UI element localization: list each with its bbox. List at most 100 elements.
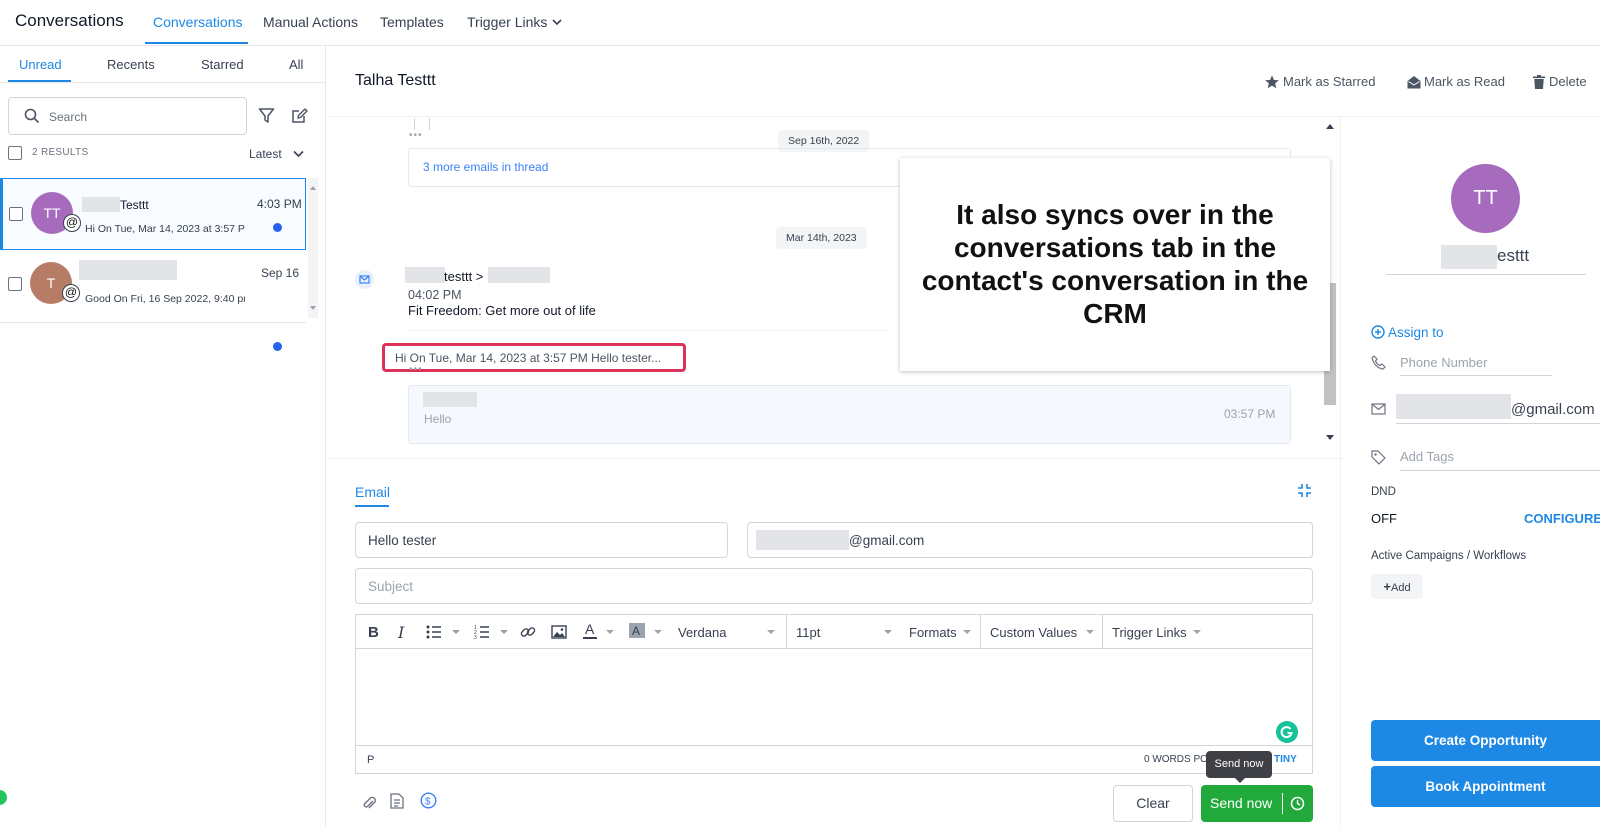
nav-conversations[interactable]: Conversations — [153, 14, 243, 30]
tab-recents[interactable]: Recents — [107, 57, 155, 72]
chevron-down-icon[interactable] — [767, 630, 775, 634]
app-title: Conversations — [15, 11, 124, 30]
formats-select[interactable]: Formats — [909, 625, 957, 640]
nav-templates[interactable]: Templates — [380, 14, 444, 30]
text-color-icon[interactable]: A — [582, 621, 598, 641]
rich-text-editor[interactable]: B I 123 A A Verdana 11pt Formats Custom … — [355, 614, 1313, 774]
phone-icon — [1371, 355, 1386, 370]
create-opportunity-button[interactable]: Create Opportunity — [1371, 720, 1600, 761]
tab-unread[interactable]: Unread — [19, 57, 62, 72]
tiny-link[interactable]: TINY — [1274, 754, 1297, 765]
reply-message[interactable]: Hello 03:57 PM — [408, 385, 1291, 444]
grammarly-icon[interactable] — [1276, 721, 1298, 743]
to-field[interactable]: @gmail.com — [747, 522, 1313, 558]
chevron-down-icon[interactable] — [452, 630, 460, 634]
filter-icon[interactable] — [258, 107, 275, 124]
chevron-down-icon[interactable] — [293, 150, 304, 158]
chevron-down-icon[interactable] — [654, 630, 662, 634]
schedule-clock-icon[interactable] — [1290, 796, 1305, 811]
trigger-links-select[interactable]: Trigger Links — [1112, 625, 1187, 640]
divider — [1400, 470, 1600, 471]
highlight-color-icon[interactable]: A — [629, 623, 645, 640]
payment-icon[interactable]: $ — [420, 792, 437, 809]
from-field[interactable]: Hello tester — [355, 522, 728, 558]
chevron-down-icon[interactable] — [1193, 630, 1201, 634]
tab-starred[interactable]: Starred — [201, 57, 244, 72]
tab-email[interactable]: Email — [355, 484, 390, 500]
divider — [0, 82, 326, 83]
campaigns-label: Active Campaigns / Workflows — [1371, 550, 1527, 562]
configure-button[interactable]: CONFIGURE — [1524, 511, 1600, 526]
ellipsis-icon[interactable]: ••• — [409, 130, 423, 141]
font-family-select[interactable]: Verdana — [678, 625, 726, 640]
envelope-open-icon[interactable] — [1407, 75, 1421, 89]
numbered-list-icon[interactable]: 123 — [474, 624, 490, 640]
conversation-preview: Good On Fri, 16 Sep 2022, 9:40 pm — [85, 293, 245, 305]
message-subject: Fit Freedom: Get more out of life — [408, 303, 596, 318]
conversation-item[interactable]: T @ Sep 16 Good On Fri, 16 Sep 2022, 9:4… — [0, 251, 306, 351]
contact-email[interactable]: @gmail.com — [1511, 401, 1595, 418]
add-campaign-button[interactable]: +Add — [1371, 574, 1423, 599]
template-icon[interactable] — [390, 793, 404, 809]
tab-all[interactable]: All — [289, 57, 303, 72]
redacted-name — [82, 197, 120, 212]
chevron-down-icon[interactable] — [963, 630, 971, 634]
send-now-button[interactable]: Send now — [1201, 785, 1313, 822]
custom-values-select[interactable]: Custom Values — [990, 625, 1077, 640]
svg-text:A: A — [632, 624, 640, 638]
ellipsis-icon[interactable]: ••• — [409, 364, 423, 375]
element-path: P — [367, 754, 375, 766]
top-nav: Conversations Conversations Manual Actio… — [0, 0, 1600, 46]
chevron-down-icon[interactable] — [500, 630, 508, 634]
search-icon — [24, 108, 40, 124]
highlighted-preview[interactable]: Hi On Tue, Mar 14, 2023 at 3:57 PM Hello… — [382, 343, 686, 372]
list-scrollbar[interactable] — [308, 178, 318, 318]
conversation-preview: Hi On Tue, Mar 14, 2023 at 3:57 PM Hello… — [85, 223, 245, 235]
compose-icon[interactable] — [291, 107, 308, 124]
phone-input[interactable]: Phone Number — [1400, 355, 1487, 370]
tags-input[interactable]: Add Tags — [1400, 449, 1454, 464]
trash-icon[interactable] — [1533, 75, 1545, 89]
delete-button[interactable]: Delete — [1549, 74, 1587, 89]
collapse-icon[interactable] — [1297, 483, 1312, 498]
chevron-down-icon[interactable] — [884, 630, 892, 634]
to-value: @gmail.com — [849, 533, 925, 548]
row-checkbox[interactable] — [9, 207, 23, 221]
nav-manual-actions[interactable]: Manual Actions — [263, 14, 358, 30]
book-appointment-button[interactable]: Book Appointment — [1371, 766, 1600, 807]
mark-starred-button[interactable]: Mark as Starred — [1283, 74, 1375, 89]
tooltip-arrow — [1234, 777, 1246, 783]
row-checkbox[interactable] — [8, 277, 22, 291]
dnd-value: OFF — [1371, 511, 1397, 526]
chevron-down-icon[interactable] — [552, 18, 562, 26]
search-input[interactable]: Search — [49, 110, 87, 124]
assign-to-button[interactable]: Assign to — [1388, 325, 1444, 340]
bullet-list-icon[interactable] — [426, 624, 442, 640]
sort-select[interactable]: Latest — [249, 147, 282, 161]
results-count: 2 RESULTS — [32, 147, 89, 158]
chevron-down-icon[interactable] — [1086, 630, 1094, 634]
link-icon[interactable] — [520, 624, 536, 640]
attachment-icon[interactable] — [362, 795, 376, 811]
divider — [1386, 274, 1586, 275]
bold-icon[interactable]: B — [368, 624, 379, 641]
subject-input[interactable]: Subject — [355, 568, 1313, 604]
font-size-select[interactable]: 11pt — [796, 625, 820, 640]
italic-icon[interactable]: I — [398, 623, 404, 642]
svg-text:$: $ — [425, 797, 431, 808]
nav-trigger-links[interactable]: Trigger Links — [467, 14, 547, 30]
image-icon[interactable] — [551, 624, 567, 640]
conversation-item[interactable]: TT @ Testtt 4:03 PM Hi On Tue, Mar 14, 2… — [0, 178, 306, 250]
star-icon[interactable] — [1265, 75, 1279, 89]
divider — [1102, 615, 1103, 649]
chevron-down-icon[interactable] — [606, 630, 614, 634]
plus-circle-icon[interactable] — [1371, 325, 1385, 339]
divider — [408, 330, 888, 331]
conversation-list-panel: Unread Recents Starred All Search 2 RESU… — [0, 46, 326, 826]
clear-button[interactable]: Clear — [1113, 785, 1193, 822]
send-now-label: Send now — [1210, 795, 1273, 811]
more-emails-link[interactable]: 3 more emails in thread — [423, 160, 548, 174]
search-box[interactable]: Search — [8, 97, 247, 135]
mark-read-button[interactable]: Mark as Read — [1424, 74, 1505, 89]
select-all-checkbox[interactable] — [8, 146, 22, 160]
